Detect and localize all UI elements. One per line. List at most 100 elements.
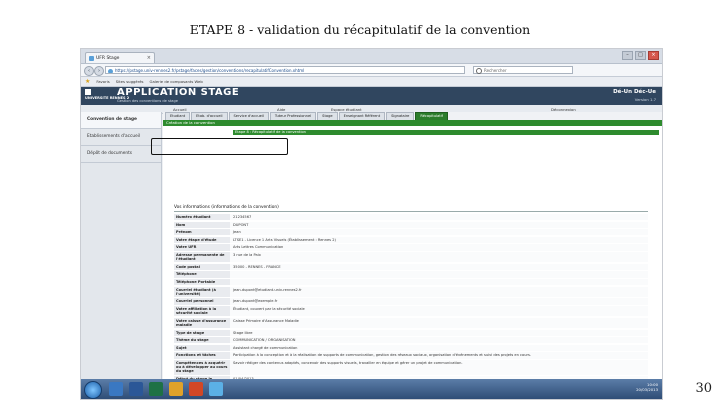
slide-page-number: 30 [695,381,712,396]
recap-field-value: 21234567 [230,214,648,221]
recap-field-label: Courriel personnel [174,298,230,305]
recap-field-value [230,271,648,278]
slide-title: ETAPE 8 - validation du récapitulatif de… [189,22,531,37]
step-row: Etape 8 : Récapitulatif de la convention [163,126,662,138]
recap-field-label: Fonctions et tâches [174,352,230,359]
browser-tabbar: UFR Stage × – □ × [81,49,662,64]
close-window-button[interactable]: × [648,51,659,60]
explorer-icon[interactable] [109,382,123,396]
recap-field-row: Votre caisse d'assurance maladie Caisse P… [174,317,648,329]
recap-field-label: Nom [174,221,230,228]
app-subtitle: Gestion des conventions de stage [117,99,178,103]
app-title: APPLICATION STAGE [117,87,240,98]
recap-field-value: Jean [230,229,648,236]
globe-icon [108,68,113,73]
logout-link[interactable]: Dé-Un Déc-Ue [613,89,656,95]
tab-etab-accueil[interactable]: Etab. d'accueil [191,112,228,120]
recap-field-value: COMMUNICATION / ORGANISATION [230,337,648,344]
recap-field-value: Savoir rédiger des contenus adaptés, con… [230,359,648,375]
recap-field-label: Votre affiliation à la sécurité sociale [174,305,230,317]
recap-field-label: Adresse permanente de l'étudiant [174,251,230,263]
forward-button[interactable]: › [94,66,104,76]
sidebar-item-documents[interactable]: Dépôt de documents [81,146,161,163]
recap-field-value: DUPONT [230,221,648,228]
favicon-icon [89,56,94,61]
recap-field-value: Arts Lettres Communication [230,244,648,251]
recap-field-label: Type de stage [174,329,230,336]
word-icon[interactable] [129,382,143,396]
recap-field-row: Prénom Jean [174,229,648,236]
university-logo: UNIVERSITE RENNES 2 [85,89,129,103]
recap-field-value: Stage libre [230,329,648,336]
recap-field-row: Thème du stage COMMUNICATION / ORGANISATI… [174,337,648,344]
recap-section-title: Vos informations (informations de la con… [174,205,648,212]
browser-tab[interactable]: UFR Stage × [85,52,155,63]
recap-field-label: Prénom [174,229,230,236]
recap-field-row: Votre affiliation à la sécurité sociale É… [174,305,648,317]
recap-field-row: Fonctions et tâches Participation à la co… [174,352,648,359]
recap-field-row: Numéro étudiant 21234567 [174,214,648,221]
recap-field-value: jean.dupont@etudiant.univ-rennes2.fr [230,286,648,297]
clock-date: 20/03/2013 [636,387,658,392]
tab-recapitulatif[interactable]: Récapitulatif [415,112,448,120]
browser-icon[interactable] [209,382,223,396]
recap-fields: Numéro étudiant 21234567 Nom DUPONT Prénom Je… [174,214,648,383]
recap-field-label: Numéro étudiant [174,214,230,221]
recap-field-row: Courriel étudiant (à l'université) jean.d… [174,286,648,297]
recap-field-label: Thème du stage [174,337,230,344]
windows-taskbar: 10:00 20/03/2013 [81,379,662,399]
recap-field-label: Votre UFR [174,244,230,251]
address-bar[interactable]: https://pstage.univ-rennes2.fr/pstage/fa… [105,66,465,74]
folder-icon[interactable] [169,382,183,396]
recap-field-label: Sujet [174,344,230,351]
recap-field-label: Téléphone [174,271,230,278]
recap-field-label: Code postal [174,263,230,270]
recap-field-value: Caisse Primaire d'Assurance Maladie [230,317,648,329]
recap-field-row: Nom DUPONT [174,221,648,228]
step-highlight-outline [151,138,288,155]
tab-service-accueil[interactable]: Service d'accueil [228,112,269,120]
recap-field-row: Votre étape d'étude LTSE1 - Licence 1 Art… [174,236,648,243]
tab-tuteur[interactable]: Tuteur Professionnel [269,112,317,120]
search-input[interactable]: Rechercher [473,66,573,74]
tab-signataire[interactable]: Signataire [386,112,415,120]
favorite-item[interactable]: Sites suggérés [116,79,144,84]
excel-icon[interactable] [149,382,163,396]
sidebar-item-etablissements[interactable]: Etablissements d'accueil [81,129,161,146]
start-button-icon[interactable] [84,381,102,399]
powerpoint-icon[interactable] [189,382,203,396]
left-sidebar: Convention de stage Etablissements d'acc… [81,112,162,399]
recap-field-label: Courriel étudiant (à l'université) [174,286,230,297]
recap-field-value: Participation à la conception et à la ré… [230,352,648,359]
tab-stage[interactable]: Stage [317,112,338,120]
convention-tabs: Etudiant Etab. d'accueil Service d'accue… [163,112,662,120]
back-button[interactable]: ‹ [84,66,94,76]
minimize-button[interactable]: – [622,51,633,60]
recap-field-row: Type de stage Stage libre [174,329,648,336]
close-tab-icon[interactable]: × [147,53,151,64]
maximize-button[interactable]: □ [635,51,646,60]
tab-etudiant[interactable]: Etudiant [165,112,191,120]
recap-section: Vos informations (informations de la con… [174,205,648,384]
recap-field-value: LTSE1 - Licence 1 Arts Visuels (Établiss… [230,236,648,243]
search-placeholder: Rechercher [484,68,507,73]
sidebar-item-convention[interactable]: Convention de stage [81,112,161,129]
favorite-item[interactable]: Galerie de composants Web [150,79,203,84]
browser-navbar: ‹ › https://pstage.univ-rennes2.fr/pstag… [81,64,662,77]
recap-field-value [230,278,648,286]
recap-field-label: Votre caisse d'assurance maladie [174,317,230,329]
recap-field-row: Courriel personnel jean.dupont@exemple.fr [174,298,648,305]
screenshot-frame: UFR Stage × – □ × ‹ › https://pstage.uni… [80,48,663,400]
url-text: https://pstage.univ-rennes2.fr/pstage/fa… [115,68,305,73]
recap-field-row: Code postal 35000 - RENNES - FRANCE [174,263,648,270]
recap-field-value: jean.dupont@exemple.fr [230,298,648,305]
star-icon[interactable]: ★ [85,78,90,85]
recap-field-row: Sujet Assistant chargé de communication [174,344,648,351]
app-version: Version 1.7 [634,97,656,102]
favorites-bar: ★ Favoris Sites suggérés Galerie de comp… [81,77,662,87]
window-controls: – □ × [622,51,659,60]
tab-enseignant[interactable]: Enseignant Référent [338,112,386,120]
recap-field-row: Votre UFR Arts Lettres Communication [174,244,648,251]
recap-field-row: Compétences à acquérir ou à développer a… [174,359,648,375]
favorite-item[interactable]: Favoris [96,79,109,84]
